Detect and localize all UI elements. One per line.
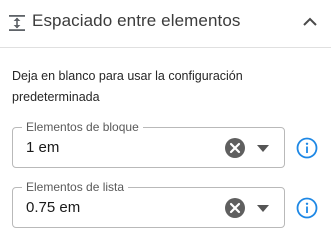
dropdown-arrow-icon[interactable] xyxy=(257,145,269,152)
help-text: Deja en blanco para usar la configuració… xyxy=(12,69,243,104)
chevron-up-icon[interactable] xyxy=(302,16,318,28)
info-icon[interactable] xyxy=(296,137,318,159)
block-elements-label: Elementos de bloque xyxy=(22,120,143,134)
clear-icon[interactable] xyxy=(225,138,245,158)
list-elements-value[interactable]: 0.75 em xyxy=(26,199,80,217)
block-elements-value[interactable]: 1 em xyxy=(26,139,59,157)
block-elements-field[interactable]: Elementos de bloque 1 em xyxy=(12,120,285,168)
list-elements-field[interactable]: Elementos de lista 0.75 em xyxy=(12,180,285,228)
info-icon[interactable] xyxy=(296,197,318,219)
panel-header[interactable]: Espaciado entre elementos xyxy=(0,0,331,48)
clear-icon[interactable] xyxy=(225,198,245,218)
panel-title: Espaciado entre elementos xyxy=(32,11,241,30)
dropdown-arrow-icon[interactable] xyxy=(257,205,269,212)
vertical-spacing-icon xyxy=(9,15,25,31)
list-elements-label: Elementos de lista xyxy=(22,180,129,194)
